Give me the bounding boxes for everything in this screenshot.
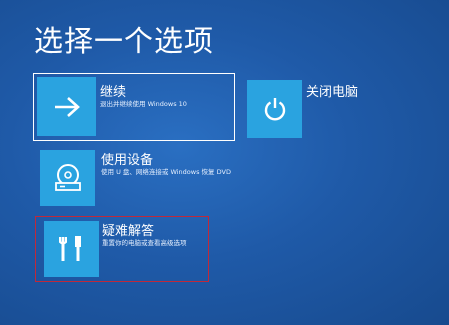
- use-device-tile: [40, 150, 95, 206]
- power-icon: [264, 98, 285, 121]
- shutdown-tile: [247, 80, 302, 138]
- use-device-description: 使用 U 盘、网络连接或 Windows 恢复 DVD: [101, 168, 231, 176]
- use-device-label: 使用设备: [101, 153, 154, 168]
- page-title: 选择一个选项: [34, 24, 215, 58]
- continue-tile: [37, 77, 96, 136]
- use-device-option[interactable]: 使用设备 使用 U 盘、网络连接或 Windows 恢复 DVD: [40, 148, 240, 210]
- disc-drive-icon: [54, 164, 81, 191]
- troubleshoot-description: 重置你的电脑或查看高级选项: [102, 239, 187, 247]
- continue-description: 退出并继续使用 Windows 10: [100, 100, 187, 108]
- continue-option[interactable]: 继续 退出并继续使用 Windows 10: [33, 73, 235, 141]
- troubleshoot-option[interactable]: 疑难解答 重置你的电脑或查看高级选项: [35, 216, 209, 282]
- continue-label: 继续: [100, 85, 127, 100]
- troubleshoot-tile: [44, 221, 99, 277]
- troubleshoot-label: 疑难解答: [102, 224, 155, 239]
- shutdown-option[interactable]: 关闭电脑: [244, 78, 364, 142]
- tools-icon: [58, 236, 81, 261]
- arrow-right-icon: [54, 96, 80, 117]
- shutdown-label: 关闭电脑: [306, 85, 359, 100]
